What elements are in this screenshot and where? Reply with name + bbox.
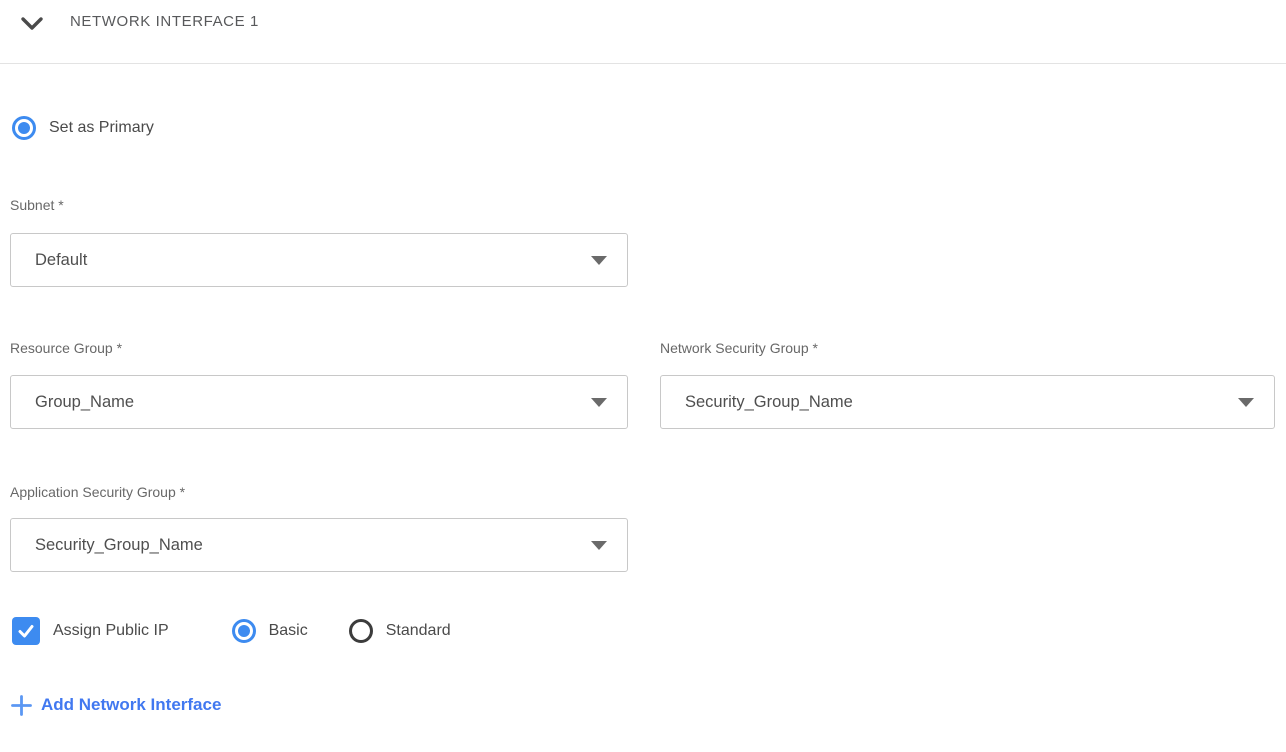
application-security-group-dropdown[interactable]: Security_Group_Name	[10, 518, 628, 572]
radio-selected-dot-icon	[238, 625, 250, 637]
subnet-value: Default	[35, 251, 87, 270]
subnet-dropdown[interactable]: Default	[10, 233, 628, 287]
resource-group-label: Resource Group *	[10, 340, 122, 356]
subnet-label: Subnet *	[10, 197, 64, 213]
set-as-primary-radio[interactable]	[12, 116, 36, 140]
dropdown-caret-icon	[591, 541, 607, 550]
dropdown-caret-icon	[591, 398, 607, 407]
assign-public-ip-checkbox[interactable]	[12, 617, 40, 645]
collapse-section-button[interactable]	[18, 10, 46, 38]
application-security-group-label: Application Security Group *	[10, 484, 185, 500]
add-network-interface-button[interactable]: Add Network Interface	[10, 694, 221, 716]
radio-selected-dot-icon	[18, 122, 30, 134]
dropdown-caret-icon	[591, 256, 607, 265]
assign-public-ip-label: Assign Public IP	[53, 622, 169, 640]
public-ip-row: Assign Public IP Basic Standard	[12, 617, 451, 645]
network-security-group-dropdown[interactable]: Security_Group_Name	[660, 375, 1275, 429]
sku-standard-radio[interactable]	[349, 619, 373, 643]
dropdown-caret-icon	[1238, 398, 1254, 407]
resource-group-value: Group_Name	[35, 393, 134, 412]
section-header: NETWORK INTERFACE 1	[0, 0, 1286, 64]
sku-basic-label: Basic	[269, 622, 308, 640]
plus-icon	[10, 694, 32, 716]
application-security-group-value: Security_Group_Name	[35, 536, 203, 555]
set-as-primary-option: Set as Primary	[12, 116, 154, 140]
chevron-down-icon	[20, 16, 44, 32]
resource-group-dropdown[interactable]: Group_Name	[10, 375, 628, 429]
checkmark-icon	[16, 621, 36, 641]
network-interface-form: NETWORK INTERFACE 1 Set as Primary Subne…	[0, 0, 1286, 752]
sku-standard-label: Standard	[386, 622, 451, 640]
sku-basic-radio[interactable]	[232, 619, 256, 643]
network-security-group-label: Network Security Group *	[660, 340, 818, 356]
network-security-group-value: Security_Group_Name	[685, 393, 853, 412]
add-network-interface-label: Add Network Interface	[41, 695, 221, 715]
set-as-primary-label: Set as Primary	[49, 119, 154, 137]
section-title: NETWORK INTERFACE 1	[70, 13, 259, 30]
